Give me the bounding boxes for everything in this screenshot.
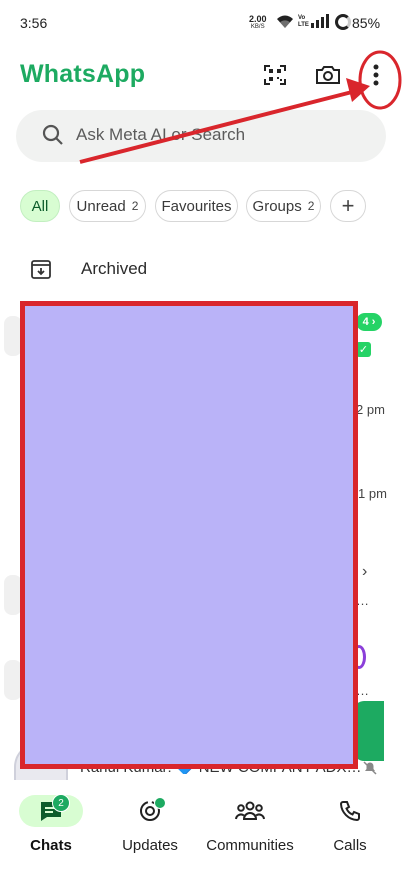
qr-scan-icon[interactable] — [260, 60, 290, 90]
app-title: WhatsApp — [20, 60, 146, 88]
camera-icon[interactable] — [313, 60, 343, 90]
mute-icon — [362, 760, 378, 781]
filter-chip-unread[interactable]: Unread 2 — [69, 190, 146, 222]
chats-badge: 2 — [52, 794, 70, 812]
chat-time: 2 pm — [356, 402, 385, 417]
filter-chip-label: Favourites — [161, 197, 232, 215]
status-time: 3:56 — [20, 15, 48, 31]
nav-icon-container — [118, 795, 182, 827]
plus-icon: + — [341, 193, 355, 218]
nav-icon-container — [218, 795, 282, 827]
search-icon — [42, 124, 64, 151]
archive-icon — [30, 258, 52, 285]
battery-icon — [335, 14, 351, 30]
search-bar[interactable]: Ask Meta AI or Search — [16, 110, 386, 162]
nav-tab-calls[interactable]: Calls — [300, 795, 400, 854]
nav-tab-chats[interactable]: 2 Chats — [1, 794, 101, 854]
filter-chip-label: Unread — [76, 197, 126, 215]
check-icon: ✓ — [356, 342, 371, 357]
add-filter-button[interactable]: + — [330, 190, 366, 222]
filter-chip-label: Groups — [252, 197, 302, 215]
filter-chip-all[interactable]: All — [20, 190, 60, 222]
phone-icon — [339, 801, 360, 822]
nav-label: Chats — [30, 837, 72, 854]
signal-icon — [311, 14, 329, 33]
nav-label: Communities — [206, 837, 294, 854]
nav-tab-updates[interactable]: Updates — [100, 795, 200, 854]
filter-chip-favourites[interactable]: Favourites — [155, 190, 238, 222]
filter-chip-count: 2 — [307, 199, 315, 213]
network-speed: 2.00 KB/S — [249, 15, 267, 31]
new-chat-button[interactable] — [354, 701, 384, 761]
filter-chip-count: 2 — [131, 199, 139, 213]
more-vert-icon[interactable] — [361, 60, 391, 90]
nav-label: Updates — [122, 837, 178, 854]
network-speed-unit: KB/S — [250, 24, 265, 30]
communities-icon — [235, 801, 265, 820]
filter-chip-label: All — [31, 197, 49, 215]
volte-indicator: Vo LTE — [298, 15, 309, 28]
redaction-box — [20, 301, 358, 769]
search-input[interactable]: Ask Meta AI or Search — [76, 125, 245, 145]
wifi-icon — [276, 15, 294, 34]
chat-time: 1 pm — [358, 486, 387, 501]
battery-percent: 85% — [352, 15, 381, 31]
unread-chip[interactable]: 4 › — [356, 313, 382, 331]
nav-label: Calls — [333, 837, 367, 854]
nav-icon-container: 2 — [19, 794, 83, 827]
filter-chip-groups[interactable]: Groups 2 — [246, 190, 321, 222]
archived-row[interactable]: Archived — [81, 259, 147, 279]
nav-tab-communities[interactable]: Communities — [200, 795, 300, 854]
chevron-right-icon[interactable]: › — [362, 563, 367, 581]
updates-dot — [154, 797, 166, 809]
status-bar: 3:56 2.00 KB/S Vo LTE 85% — [0, 0, 402, 44]
nav-icon-container — [318, 795, 382, 827]
